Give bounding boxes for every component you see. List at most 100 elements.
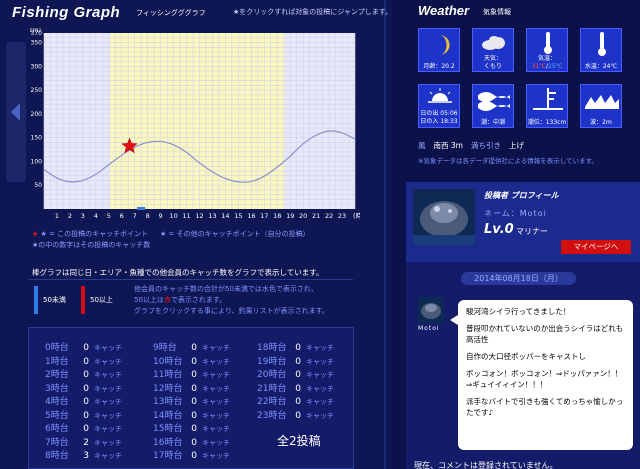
air-temp-min: 25℃ (548, 63, 563, 70)
wave-icon (585, 95, 619, 109)
hour-label: 2時台 (45, 370, 69, 380)
thermometer-icon (544, 32, 552, 54)
fish-photo-icon (418, 297, 444, 323)
x-tick-label: 23 (338, 212, 346, 220)
catch-label: キャッチ (202, 452, 230, 460)
x-tick-label: 11 (182, 212, 190, 220)
catch-count: 0 (191, 424, 197, 434)
hour-stat-row: 16時台 0 キャッチ (153, 435, 230, 448)
catch-label: キャッチ (306, 357, 334, 366)
hour-label: 6時台 (45, 424, 69, 434)
hour-label: 20時台 (257, 370, 287, 380)
hour-stat-row: 1時台 0 キャッチ (45, 354, 122, 367)
hour-label: 22時台 (257, 397, 287, 407)
bubble-tail (450, 315, 458, 325)
legend-other-posts-label: ★ = その他のキャッチポイント（自分の投稿） (160, 230, 310, 238)
key-under50-label: 50未満 (43, 296, 66, 304)
catch-label: キャッチ (94, 438, 122, 447)
fishing-graph-title: Fishing Graph (12, 4, 121, 21)
y-tick-label: 200 (31, 111, 43, 118)
key-note-line2a: 50以上は (134, 296, 164, 304)
hourly-catch-table: 0時台 0 キャッチ 1時台 0 キャッチ 2時台 0 キャッチ 3時台 0 キャッチ 4時台 0 キャッチ… (28, 327, 354, 469)
key-note-line1: 他会員のキャッチ数の合計が50未満では水色で表示され、 (134, 285, 318, 293)
hour-stat-row: 23時台 0 キャッチ (257, 408, 334, 421)
catch-count: 0 (191, 343, 197, 353)
avatar-small[interactable] (418, 297, 444, 323)
water-temp-label: 水温：24℃ (584, 63, 618, 70)
tide-chart[interactable]: 50100150200250300350370(cm)1234567891011… (30, 28, 360, 228)
catch-label: キャッチ (94, 344, 122, 352)
catch-label: キャッチ (306, 371, 334, 379)
comment-bubble: 駿河湾シイラ行ってきました！ 普段叩かれていないのか出会うシイラはどれも高活性 … (458, 300, 633, 450)
sky-box: 天気： くもり (472, 28, 514, 72)
hour-label: 4時台 (45, 397, 69, 407)
key-over50: 50以上 (81, 286, 119, 314)
hour-label: 11時台 (153, 370, 183, 380)
x-tick-label: 22 (325, 212, 333, 220)
tide-level-label: 潮位：133cm (527, 119, 567, 126)
y-axis-label: (cm) (30, 28, 41, 34)
catch-label: キャッチ (202, 384, 230, 393)
legend-other-posts: ★ = その他のキャッチポイント（自分の投稿） (160, 229, 310, 239)
x-tick-label: 17 (260, 212, 268, 220)
catch-count: 0 (83, 410, 89, 421)
x-tick-label: 16 (247, 212, 255, 220)
hour-label: 21時台 (257, 383, 287, 394)
tide-level-icon (533, 88, 563, 110)
tide-box: 潮：中潮 (472, 84, 514, 128)
hour-stat-row: 8時台 3 キャッチ (45, 448, 122, 461)
daylight-band (110, 33, 285, 209)
comment-line: 普段叩かれていないのか出会うシイラはどれも高活性 (466, 324, 624, 344)
hour-label: 23時台 (257, 410, 287, 421)
moon-age-label: 月齢：20.2 (423, 63, 455, 70)
sky-value: くもり (483, 63, 502, 70)
legend-this-post: ★ ★ = この投稿のキャッチポイント (32, 230, 149, 238)
key-note-line3: グラフをクリックする事により、釣果リストが表示されます。 (134, 307, 329, 315)
catch-label: キャッチ (202, 438, 230, 447)
previous-arrow-button[interactable] (6, 42, 26, 182)
catch-label: キャッチ (202, 344, 230, 352)
x-tick-label: 20 (299, 212, 307, 220)
hour-stat-row: 3時台 0 キャッチ (45, 381, 122, 394)
x-tick-label: 19 (286, 212, 294, 220)
hour-stat-row: 12時台 0 キャッチ (153, 381, 230, 394)
sun-box: 日の出 05:06 日の入 18:33 (418, 84, 460, 128)
x-tick-label: 18 (273, 212, 281, 220)
catch-count: 0 (83, 343, 89, 353)
y-tick-label: 350 (31, 40, 43, 47)
catch-count: 0 (295, 383, 301, 394)
key-note-red: 赤 (163, 296, 171, 304)
catch-count: 0 (191, 410, 197, 421)
hour-label: 14時台 (153, 410, 183, 421)
hour-stat-row: 18時台 0 キャッチ (257, 340, 334, 353)
tide-level-box: 潮位：133cm (526, 84, 568, 128)
flow-value: 上げ (508, 141, 524, 150)
catch-label: キャッチ (94, 411, 122, 420)
chevron-left-icon (11, 103, 20, 121)
catch-label: キャッチ (306, 398, 334, 406)
hour-stat-row: 9時台 0 キャッチ (153, 340, 230, 353)
catch-label: キャッチ (202, 357, 230, 366)
catch-label: キャッチ (202, 398, 230, 406)
avatar[interactable] (413, 189, 475, 245)
catch-label: キャッチ (94, 384, 122, 393)
hour-label: 18時台 (257, 343, 287, 353)
panel-divider (384, 0, 386, 469)
hour-label: 9時台 (153, 343, 177, 353)
hour-label: 10時台 (153, 356, 183, 367)
key-note: 他会員のキャッチ数の合計が50未満では水色で表示され、 50以上は赤で表示されま… (134, 284, 354, 317)
water-temp-box: 水温：24℃ (580, 28, 622, 72)
mypage-button[interactable]: マイページへ (561, 240, 631, 254)
hour-stat-row: 22時台 0 キャッチ (257, 394, 334, 407)
hour-label: 1時台 (45, 356, 69, 367)
hour-stat-row: 19時台 0 キャッチ (257, 354, 334, 367)
hour-label: 0時台 (45, 343, 69, 353)
sky-label: 天気： (483, 55, 502, 62)
x-tick-label: 4 (94, 212, 98, 220)
catch-count: 0 (295, 356, 301, 367)
catch-count: 0 (191, 437, 197, 448)
profile-level: Lv.0 (484, 222, 514, 237)
hour-stat-row: 11時台 0 キャッチ (153, 367, 230, 380)
x-tick-label: 14 (221, 212, 229, 220)
total-posts: 全2投稿 (277, 434, 321, 448)
